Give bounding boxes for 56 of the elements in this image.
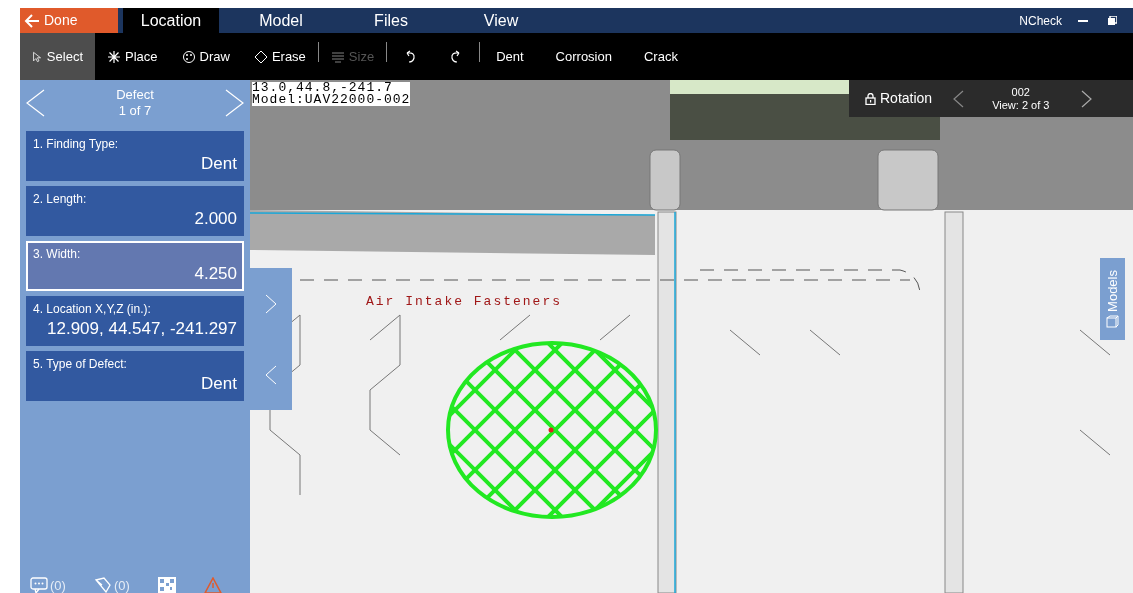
asterisk-icon [107, 49, 121, 64]
tool-button[interactable]: Corrosion [539, 33, 628, 80]
next-view-icon[interactable] [1081, 89, 1094, 108]
previous-view-icon[interactable] [952, 89, 965, 108]
field-label: 2. Length: [33, 191, 88, 208]
field-value: 12.909, 44.547, -241.297 [47, 318, 237, 340]
field-value: 4.250 [194, 263, 237, 285]
field-value: 2.000 [194, 208, 237, 230]
qr-code-button[interactable] [157, 577, 176, 593]
tool-button[interactable]: Crack [627, 33, 694, 80]
defect-field[interactable]: 2. Length: 2.000 [26, 186, 244, 236]
tool-button[interactable]: Place [95, 33, 170, 80]
lines-icon [330, 49, 345, 64]
pen-icon [93, 577, 112, 593]
bolt-drawing [649, 149, 681, 211]
lock-icon [865, 92, 876, 105]
tool-button[interactable]: Dent [480, 33, 540, 80]
defect-field[interactable]: 3. Width: 4.250 [26, 241, 244, 291]
field-label: 3. Width: [33, 246, 82, 263]
tool-button[interactable]: Select [20, 33, 95, 80]
field-label: 5. Type of Defect: [33, 356, 128, 373]
annotation-label: Air Intake Fasteners [366, 293, 563, 311]
warning-icon [203, 577, 222, 593]
back-arrow-icon [24, 13, 40, 28]
defect-field[interactable]: 4. Location X,Y,Z (in.): 12.909, 44.547, -241.297 [26, 296, 244, 346]
pointer-icon [32, 49, 43, 64]
speech-bubble-icon [30, 577, 48, 593]
minimize-icon[interactable] [1078, 19, 1088, 22]
field-value: Dent [201, 373, 237, 395]
rotation-lock-button[interactable]: Rotation [865, 88, 933, 109]
cube-icon [1106, 315, 1119, 329]
app-name: NCheck [1019, 12, 1062, 30]
warning-button[interactable] [203, 577, 222, 593]
view-counter: View: 2 of 3 [992, 98, 1050, 112]
model-text: Model:UAV22000-002 [252, 94, 411, 106]
dent-marker-drawing[interactable] [445, 340, 659, 520]
coordinates-text: 13.0,44.8,-241.7 [252, 82, 393, 94]
tab[interactable]: Model [233, 8, 329, 33]
defect-field[interactable]: 1. Finding Type: Dent [26, 131, 244, 181]
field-label: 4. Location X,Y,Z (in.): [33, 301, 152, 318]
tab[interactable]: View [453, 8, 549, 33]
tool-button[interactable]: Draw [169, 33, 242, 80]
defect-field[interactable]: 5. Type of Defect: Dent [26, 351, 244, 401]
bolt-drawing [877, 149, 939, 211]
done-button[interactable]: Done [20, 8, 118, 33]
tab[interactable]: Files [343, 8, 439, 33]
tab[interactable]: Location [123, 8, 219, 33]
restore-icon[interactable] [1108, 16, 1117, 25]
field-label: 1. Finding Type: [33, 136, 120, 153]
field-value: Dent [201, 153, 237, 175]
panel-title: Defect [116, 87, 154, 103]
palette-icon [181, 49, 196, 64]
eraser-icon [253, 49, 268, 64]
defect-counter: 1 of 7 [118, 103, 152, 119]
view-id: 002 [1011, 85, 1030, 99]
tool-button[interactable]: Erase [241, 33, 318, 80]
